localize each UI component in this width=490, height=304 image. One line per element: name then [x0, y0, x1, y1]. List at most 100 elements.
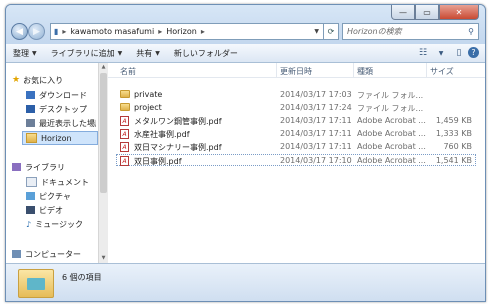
nav-videos[interactable]: ビデオ — [26, 204, 63, 216]
nav-downloads[interactable]: ダウンロード — [26, 89, 87, 101]
file-row[interactable]: project 2014/03/17 17:24 ファイル フォル... — [116, 102, 476, 114]
scrollbar-thumb[interactable] — [100, 73, 107, 193]
folder-icon — [26, 133, 37, 143]
file-date: 2014/03/17 17:11 — [280, 129, 352, 138]
nav-label: Horizon — [41, 133, 72, 143]
file-row[interactable]: A 水産社事例.pdf 2014/03/17 17:11 Adobe Acrob… — [116, 128, 476, 140]
file-type: ファイル フォル... — [357, 104, 424, 113]
recent-places-icon — [26, 119, 35, 127]
nav-label: デスクトップ — [39, 104, 87, 114]
minimize-button[interactable]: — — [391, 5, 415, 20]
nav-pictures[interactable]: ピクチャ — [26, 190, 71, 202]
details-pane: 6 個の項目 — [6, 263, 485, 301]
folder-thumbnail-icon — [18, 269, 54, 298]
include-library-label: ライブラリに追加 — [50, 48, 115, 58]
file-type: Adobe Acrobat ... — [357, 116, 426, 125]
search-input[interactable]: Horizonの検索 ⚲ — [342, 23, 479, 40]
file-row[interactable]: A メタルワン鋼管事例.pdf 2014/03/17 17:11 Adobe A… — [116, 115, 476, 127]
nav-libraries[interactable]: ライブラリ — [12, 161, 65, 173]
file-list: 名前 更新日時 種類 サイズ private 2014/03/17 17:03 … — [108, 63, 485, 263]
share-menu[interactable]: 共有 ▼ — [129, 48, 167, 59]
file-name: メタルワン鋼管事例.pdf — [134, 117, 222, 126]
file-date: 2014/03/17 17:10 — [280, 156, 352, 165]
address-dropdown-icon[interactable]: ▼ — [314, 28, 319, 35]
column-name[interactable]: 名前 — [120, 66, 136, 77]
chevron-down-icon: ▼ — [155, 49, 160, 57]
file-size: 1,541 KB — [435, 156, 472, 165]
preview-pane-icon[interactable]: ▯ — [450, 46, 468, 60]
new-folder-label: 新しいフォルダー — [173, 48, 238, 58]
address-separator: ▸ — [62, 27, 67, 36]
computer-icon — [12, 250, 21, 258]
explorer-window: — ▭ ✕ ◀ ▶ ▮ ▸ kawamoto masafumi ▸ Horizo… — [5, 4, 486, 302]
file-row[interactable]: A 双日マシナリー事例.pdf 2014/03/17 17:11 Adobe A… — [116, 141, 476, 153]
maximize-button[interactable]: ▭ — [415, 5, 439, 20]
folder-icon — [120, 90, 130, 100]
desktop-icon — [26, 105, 35, 113]
nav-label: お気に入り — [23, 75, 64, 85]
nav-horizon[interactable]: Horizon — [22, 131, 98, 145]
search-placeholder: Horizonの検索 — [347, 27, 402, 36]
nav-label: コンピューター — [25, 249, 81, 259]
file-date: 2014/03/17 17:24 — [280, 103, 352, 112]
title-bar: — ▭ ✕ ◀ ▶ ▮ ▸ kawamoto masafumi ▸ Horizo… — [6, 5, 485, 44]
file-type: Adobe Acrobat ... — [357, 156, 426, 165]
organize-menu[interactable]: 整理 ▼ — [6, 48, 44, 59]
close-button[interactable]: ✕ — [439, 5, 479, 20]
nav-documents[interactable]: ドキュメント — [26, 176, 89, 188]
scroll-down-icon[interactable]: ▼ — [100, 255, 107, 262]
include-library-menu[interactable]: ライブラリに追加 ▼ — [44, 48, 130, 59]
pdf-icon: A — [120, 116, 129, 126]
nav-music[interactable]: ♪ ミュージック — [26, 218, 83, 230]
nav-label: ドキュメント — [41, 177, 89, 187]
scroll-up-icon[interactable]: ▲ — [100, 64, 107, 71]
library-icon — [12, 163, 21, 171]
nav-label: ピクチャ — [39, 191, 71, 201]
address-separator: ▸ — [158, 27, 163, 36]
file-size: 1,459 KB — [435, 116, 472, 125]
file-name: 双日マシナリー事例.pdf — [134, 143, 222, 152]
view-options-icon[interactable]: ☷ — [414, 46, 432, 60]
search-icon[interactable]: ⚲ — [468, 27, 474, 36]
folder-nav-icon: ▮ — [54, 27, 59, 36]
column-size[interactable]: サイズ — [430, 66, 454, 77]
help-icon[interactable]: ? — [468, 47, 479, 58]
breadcrumb-horizon[interactable]: Horizon — [166, 27, 197, 36]
nav-label: ライブラリ — [25, 162, 65, 172]
file-name: private — [134, 90, 163, 99]
column-date[interactable]: 更新日時 — [280, 66, 312, 77]
nav-recent[interactable]: 最近表示した場所 — [26, 117, 96, 129]
address-bar[interactable]: ▮ ▸ kawamoto masafumi ▸ Horizon ▸ ▼ — [50, 23, 324, 40]
file-name: 水産社事例.pdf — [134, 130, 190, 139]
forward-button[interactable]: ▶ — [28, 23, 45, 40]
download-icon — [26, 91, 35, 99]
file-row-selected[interactable]: A 双日事例.pdf 2014/03/17 17:10 Adobe Acroba… — [116, 154, 476, 166]
nav-favorites[interactable]: ★ お気に入り — [12, 74, 63, 86]
pdf-icon: A — [120, 156, 129, 166]
nav-desktop[interactable]: デスクトップ — [26, 103, 87, 115]
pdf-icon: A — [120, 142, 129, 152]
window-controls: — ▭ ✕ — [391, 5, 479, 20]
column-type[interactable]: 種類 — [357, 66, 373, 77]
share-label: 共有 — [136, 48, 153, 58]
nav-scrollbar[interactable]: ▲ ▼ — [98, 63, 108, 263]
organize-label: 整理 — [13, 48, 29, 58]
nav-label: ミュージック — [35, 219, 83, 229]
refresh-icon[interactable]: ⟳ — [324, 23, 339, 40]
nav-label: ダウンロード — [39, 90, 87, 100]
new-folder-button[interactable]: 新しいフォルダー — [167, 48, 245, 59]
breadcrumb-user[interactable]: kawamoto masafumi — [70, 27, 154, 36]
pdf-icon: A — [120, 129, 129, 139]
file-name: project — [134, 103, 162, 112]
nav-computer[interactable]: コンピューター — [12, 248, 81, 260]
column-headers: 名前 更新日時 種類 サイズ — [108, 63, 485, 78]
nav-label: 最近表示した場所 — [39, 118, 96, 128]
navigation-pane: ★お気に入り ダウンロード デスクトップ 最近表示した場所 Horizon ライ… — [6, 63, 98, 263]
file-type: Adobe Acrobat ... — [357, 142, 426, 151]
file-row[interactable]: private 2014/03/17 17:03 ファイル フォル... — [116, 89, 476, 101]
back-button[interactable]: ◀ — [11, 23, 28, 40]
file-size: 760 KB — [443, 142, 472, 151]
videos-icon — [26, 206, 35, 214]
chevron-down-icon[interactable]: ▼ — [432, 46, 450, 60]
nav-label: ビデオ — [39, 205, 63, 215]
